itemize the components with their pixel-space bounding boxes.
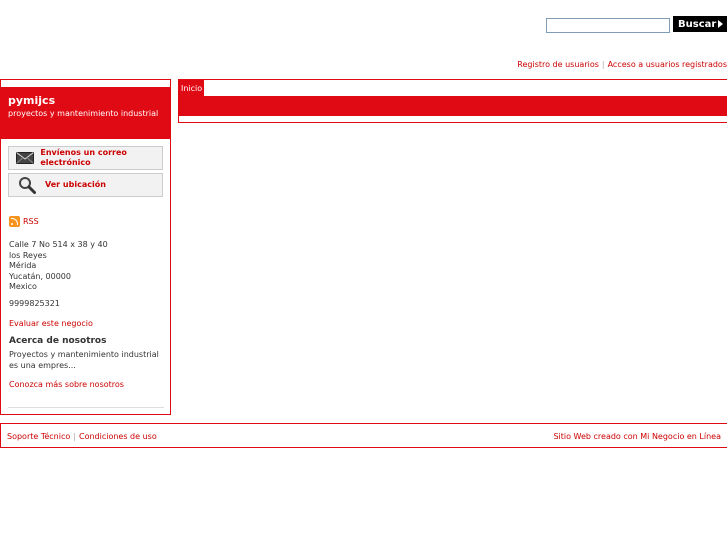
- separator: |: [73, 432, 76, 441]
- about-title: Acerca de nosotros: [9, 336, 107, 346]
- address: Calle 7 No 514 x 38 y 40 los Reyes Mérid…: [9, 240, 108, 293]
- user-links: Registro de usuarios | Acceso a usuarios r…: [517, 60, 727, 69]
- address-country: Mexico: [9, 282, 37, 291]
- email-action-label: Envíenos un correo electrónico: [40, 148, 127, 167]
- address-state-zip: Yucatán, 00000: [9, 271, 71, 281]
- about-more-link[interactable]: Conozca más sobre nosotros: [9, 380, 124, 389]
- sidebar: pymijcs proyectos y mantenimiento indust…: [0, 79, 171, 415]
- magnifier-icon: [9, 174, 45, 196]
- search-input[interactable]: [546, 18, 670, 33]
- about-text: Proyectos y mantenimiento industrial es …: [9, 350, 159, 370]
- login-link[interactable]: Acceso a usuarios registrados: [608, 60, 727, 69]
- nav-bar: [179, 96, 727, 116]
- phone-number: 9999825321: [9, 299, 60, 308]
- support-link[interactable]: Soporte Técnico: [7, 432, 70, 441]
- rss-link[interactable]: RSS: [9, 216, 39, 227]
- brand-name: pymijcs: [8, 94, 56, 107]
- address-neighborhood: los Reyes: [9, 250, 47, 260]
- envelope-icon: [9, 147, 40, 169]
- separator: |: [601, 60, 605, 69]
- footer-links: Soporte Técnico | Condiciones de uso: [7, 432, 157, 441]
- divider: [8, 407, 164, 408]
- main-content: Inicio: [178, 79, 727, 123]
- search-button[interactable]: Buscar: [673, 16, 727, 32]
- location-action[interactable]: Ver ubicación: [8, 173, 163, 197]
- tab-inicio[interactable]: Inicio: [179, 80, 205, 97]
- credit-link[interactable]: Sitio Web creado con Mi Negocio en Línea: [553, 432, 721, 441]
- brand-block: pymijcs proyectos y mantenimiento indust…: [1, 87, 170, 139]
- search-button-label: Buscar: [678, 18, 717, 30]
- address-city: Mérida: [9, 261, 37, 270]
- rate-business-link[interactable]: Evaluar este negocio: [9, 319, 93, 328]
- register-link[interactable]: Registro de usuarios: [517, 60, 599, 69]
- brand-tagline: proyectos y mantenimiento industrial: [8, 109, 159, 118]
- location-action-label: Ver ubicación: [45, 180, 106, 189]
- terms-link[interactable]: Condiciones de uso: [79, 432, 157, 441]
- rss-icon: [9, 216, 20, 227]
- address-street: Calle 7 No 514 x 38 y 40: [9, 240, 108, 249]
- rss-label: RSS: [23, 217, 39, 226]
- email-action[interactable]: Envíenos un correo electrónico: [8, 146, 163, 170]
- play-arrow-icon: [718, 20, 723, 28]
- footer: Soporte Técnico | Condiciones de uso Sitio…: [0, 423, 727, 448]
